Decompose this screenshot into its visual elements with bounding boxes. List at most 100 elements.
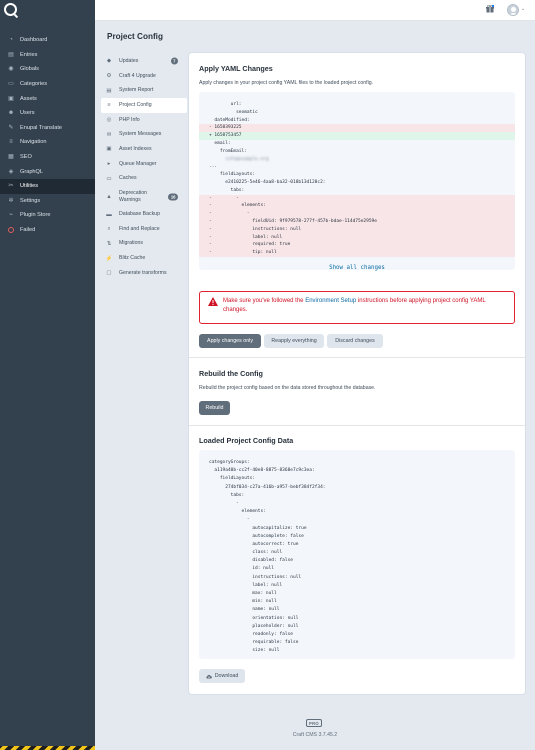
rebuild-title: Rebuild the Config bbox=[199, 369, 263, 378]
utility-item-system-messages[interactable]: ✉ System Messages bbox=[101, 127, 187, 142]
config-line: autocapitalize: true bbox=[209, 525, 307, 531]
download-button[interactable]: Download bbox=[199, 669, 245, 683]
utility-item-label: Migrations bbox=[119, 240, 143, 247]
utility-item-label: Caches bbox=[119, 175, 137, 182]
utility-item-migrations[interactable]: ⇅ Migrations bbox=[101, 237, 187, 252]
sidebar-item-enupal-translate[interactable]: ✎ Enupal Translate bbox=[0, 121, 95, 136]
diff-minus-marker: - bbox=[209, 226, 212, 232]
utility-item-deprecation-warnings[interactable]: ▲ Deprecation Warnings 16 bbox=[101, 186, 187, 207]
utility-item-system-report[interactable]: ▤ System Report bbox=[101, 83, 187, 98]
diff-line: - fieldUid: 9f979578-277f-457b-bdae-114d… bbox=[199, 217, 515, 226]
utility-item-label: Updates bbox=[119, 57, 139, 64]
diff-minus-marker: - bbox=[209, 125, 212, 131]
diff-line-text: fieldUid: 9f979578-277f-457b-bdae-114d75… bbox=[209, 218, 377, 224]
user-avatar[interactable] bbox=[507, 4, 519, 16]
utility-item-caches[interactable]: ▭ Caches bbox=[101, 172, 187, 187]
utility-item-label: PHP Info bbox=[119, 116, 140, 123]
sidebar-item-assets[interactable]: ▣ Assets bbox=[0, 91, 95, 106]
utility-item-php-info[interactable]: ◎ PHP Info bbox=[101, 113, 187, 128]
diff-line: - tip: null bbox=[199, 249, 515, 257]
discard-changes-button[interactable]: Discard changes bbox=[327, 334, 383, 348]
environment-setup-link[interactable]: Environment Setup bbox=[305, 298, 356, 304]
sidebar-item-label: SEO bbox=[20, 154, 32, 161]
utility-item-updates[interactable]: ◆ Updates 7 bbox=[101, 54, 187, 69]
diff-minus-marker: - bbox=[209, 203, 212, 209]
graphql-icon: ◈ bbox=[8, 168, 14, 175]
sidebar-item-settings[interactable]: ✲ Settings bbox=[0, 194, 95, 209]
diff-line: info@example.org bbox=[199, 156, 515, 164]
diff-line-text: ... bbox=[209, 164, 218, 170]
diff-line-text: url: bbox=[209, 102, 242, 107]
chevron-down-icon[interactable]: ⌄ bbox=[521, 6, 525, 12]
utility-item-queue-manager[interactable]: ▸ Queue Manager bbox=[101, 157, 187, 172]
config-line: 274bf034-c27a-416b-a957-bebf384f2f34: bbox=[209, 484, 326, 490]
diff-line: email: bbox=[199, 140, 515, 148]
asset-indexes-icon: ▣ bbox=[106, 146, 112, 153]
config-line: max: null bbox=[209, 591, 277, 596]
sidebar-item-label: Users bbox=[20, 110, 35, 117]
show-all-changes-link[interactable]: Show all changes bbox=[199, 265, 515, 271]
sidebar-item-globals[interactable]: ◉ Globals bbox=[0, 62, 95, 77]
utility-item-blitz-cache[interactable]: ⚡ Blitz Cache bbox=[101, 251, 187, 266]
sidebar-item-graphql[interactable]: ◈ GraphQL bbox=[0, 164, 95, 179]
migrations-icon: ⇅ bbox=[106, 240, 112, 247]
diff-line-text: seomatic bbox=[209, 109, 258, 115]
utility-item-label: Blitz Cache bbox=[119, 255, 146, 262]
diff-line: - - bbox=[199, 194, 515, 203]
apply-description: Apply changes in your project config YAM… bbox=[199, 80, 374, 86]
main-nav: ◔ Dashboard ▤ Entries ◉ Globals ▭ Categories ▣ As… bbox=[0, 33, 95, 237]
gauge-icon: ◔ bbox=[9, 37, 13, 44]
utility-item-craft-4-upgrade[interactable]: ⚙ Craft 4 Upgrade bbox=[101, 69, 187, 84]
config-line: class: null bbox=[209, 550, 283, 556]
diff-line-text: fieldLayouts: bbox=[209, 172, 256, 178]
diff-line-text: instructions: null bbox=[209, 226, 302, 232]
config-line: min: null bbox=[209, 599, 277, 605]
sidebar-item-plugin-store[interactable]: ⌁ Plugin Store bbox=[0, 208, 95, 223]
rebuild-section: Rebuild the Config Rebuild the project c… bbox=[199, 369, 515, 391]
sidebar-item-entries[interactable]: ▤ Entries bbox=[0, 48, 95, 63]
utility-item-find-and-replace[interactable]: ⌕ Find and Replace bbox=[101, 222, 187, 237]
deprecation-warnings-icon: ▲ bbox=[106, 193, 112, 200]
rebuild-button[interactable]: Rebuild bbox=[199, 401, 230, 415]
diff-line: dateModified: bbox=[199, 117, 515, 125]
utility-item-label: Asset Indexes bbox=[119, 145, 152, 152]
sidebar-item-utilities[interactable]: ✂ Utilities bbox=[0, 178, 95, 194]
loaded-section: Loaded Project Config Data bbox=[199, 436, 515, 445]
download-icon bbox=[206, 674, 212, 679]
updates-icon: ◆ bbox=[106, 58, 112, 65]
navigation-icon: ≡ bbox=[9, 139, 13, 146]
utility-item-generate-transforms[interactable]: ▢ Generate transforms bbox=[101, 266, 187, 281]
sidebar-item-navigation[interactable]: ≡ Navigation bbox=[0, 135, 95, 150]
reapply-everything-button[interactable]: Reapply everything bbox=[264, 334, 324, 348]
apply-title: Apply YAML Changes bbox=[199, 64, 273, 73]
system-report-icon: ▤ bbox=[106, 87, 112, 94]
warning-notice: Make sure you've followed the Environmen… bbox=[199, 291, 515, 324]
loaded-title: Loaded Project Config Data bbox=[199, 436, 294, 445]
plug-icon: ⌁ bbox=[9, 212, 13, 219]
utility-item-database-backup[interactable]: ▬ Database Backup bbox=[101, 207, 187, 222]
utility-item-asset-indexes[interactable]: ▣ Asset Indexes bbox=[101, 142, 187, 157]
diff-line: e2410225-5e46-4aa8-ba32-018b13d128c2: bbox=[199, 179, 515, 187]
sidebar-item-failed[interactable]: Failed bbox=[0, 223, 95, 238]
sidebar-item-categories[interactable]: ▭ Categories bbox=[0, 77, 95, 92]
utility-item-label: Database Backup bbox=[119, 211, 160, 218]
utility-item-label: Find and Replace bbox=[119, 225, 160, 232]
gift-icon[interactable] bbox=[486, 5, 494, 13]
loaded-config-view: categoryGroups: a119a40b-cc2f-40e8-8875-… bbox=[199, 450, 515, 659]
diff-line-text: info@example.org bbox=[209, 156, 269, 162]
site-logo-icon[interactable] bbox=[4, 3, 17, 16]
config-line: name: null bbox=[209, 607, 280, 613]
sidebar-item-seo[interactable]: ▦ SEO bbox=[0, 150, 95, 165]
diff-line: fromEmail: bbox=[199, 148, 515, 156]
queue-manager-icon: ▸ bbox=[107, 161, 111, 168]
sidebar-item-label: Settings bbox=[20, 197, 41, 204]
failed-icon bbox=[8, 227, 14, 234]
apply-changes-only-button[interactable]: Apply changes only bbox=[199, 334, 261, 348]
sidebar-item-users[interactable]: ☻ Users bbox=[0, 106, 95, 121]
warning-text: Make sure you've followed the Environmen… bbox=[223, 297, 509, 314]
wrench-icon: ✂ bbox=[8, 183, 14, 190]
sidebar-item-dashboard[interactable]: ◔ Dashboard bbox=[0, 33, 95, 48]
config-line: elements: bbox=[209, 509, 266, 515]
utility-item-project-config[interactable]: ≡ Project Config bbox=[101, 98, 187, 113]
globe-icon: ◉ bbox=[8, 66, 14, 73]
